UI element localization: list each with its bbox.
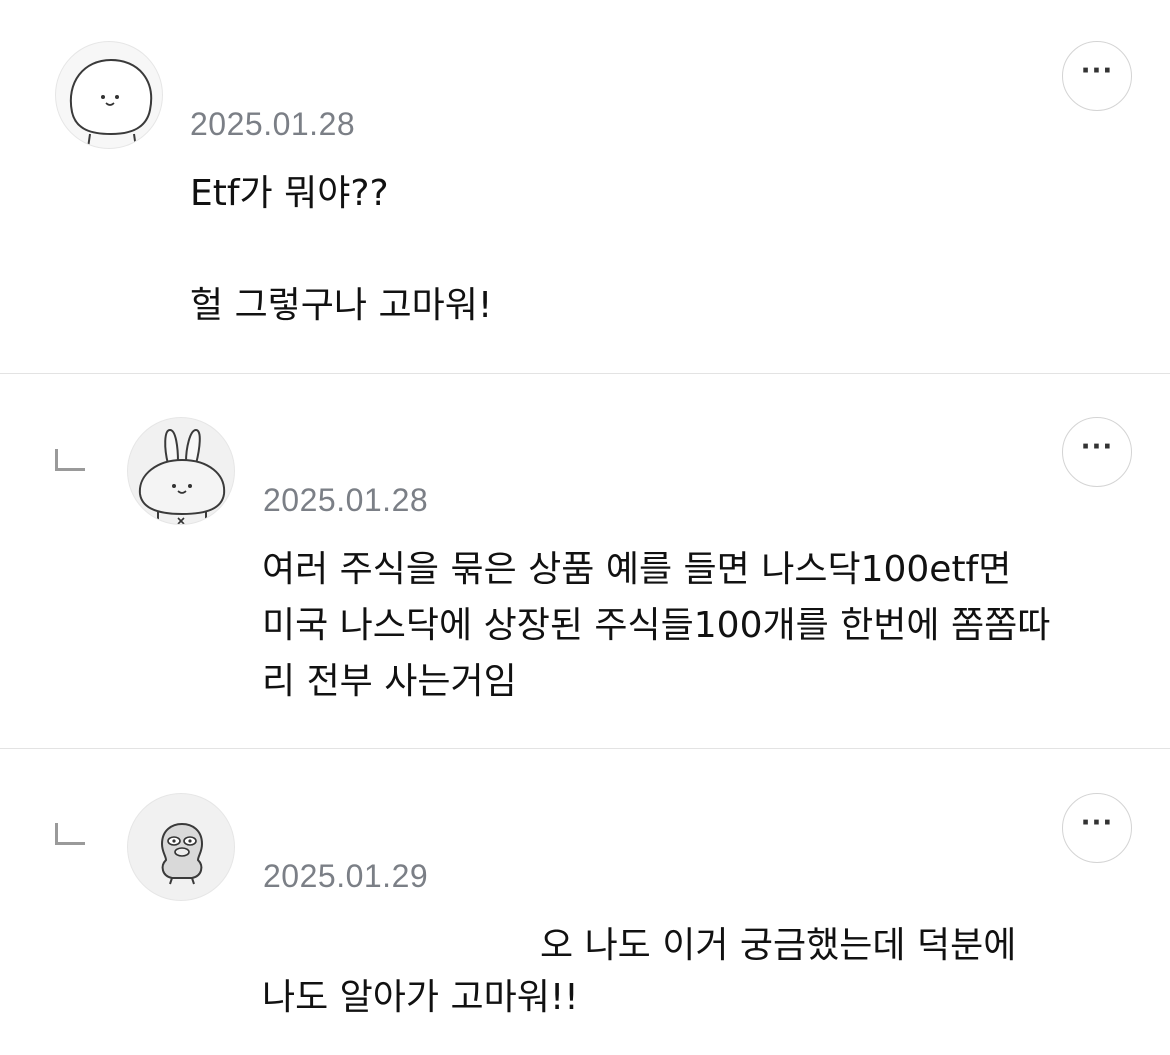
reply-arrow-icon (55, 449, 85, 471)
more-icon: ··· (1080, 56, 1114, 86)
avatar[interactable] (127, 793, 235, 901)
divider (0, 748, 1170, 749)
comment-body: 여러 주식을 묶은 상품 예를 들면 나스닥100etf면 미국 나스닥에 상장… (262, 549, 1051, 702)
comment-body-line: 오 나도 이거 궁금했는데 덕분에 (540, 925, 1017, 966)
more-options-button[interactable]: ··· (1062, 417, 1132, 487)
more-icon: ··· (1080, 432, 1114, 462)
more-options-button[interactable]: ··· (1062, 793, 1132, 863)
more-icon: ··· (1080, 808, 1114, 838)
comment-date: 2025.01.29 (263, 858, 429, 894)
comment-date: 2025.01.28 (190, 106, 356, 142)
comment-body: Etf가 뭐야?? 헐 그렇구나 고마워! (190, 173, 493, 326)
comment-date: 2025.01.28 (263, 482, 429, 518)
divider (0, 373, 1170, 374)
comment-body-line: 나도 알아가 고마워!! (262, 977, 579, 1018)
duck-character-icon (160, 822, 204, 885)
avatar[interactable] (127, 417, 235, 525)
white-blob-character-icon (69, 58, 153, 148)
avatar[interactable] (55, 41, 163, 149)
reply-arrow-icon (55, 823, 85, 845)
more-options-button[interactable]: ··· (1062, 41, 1132, 111)
bunny-character-icon (138, 428, 226, 524)
